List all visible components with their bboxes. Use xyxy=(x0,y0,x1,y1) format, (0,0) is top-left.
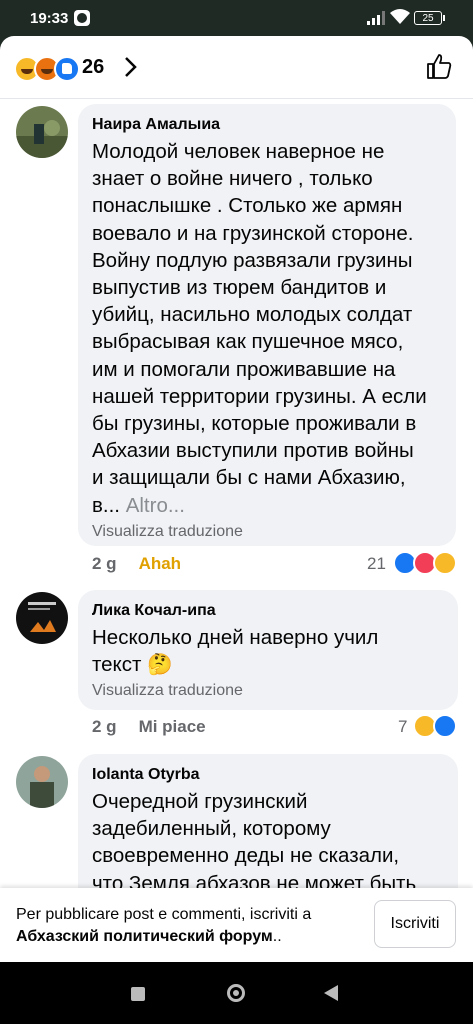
comments-sheet: 26 Наира Амалыиа Молодой человек наверно… xyxy=(0,36,473,962)
see-more-link[interactable]: Altro... xyxy=(126,494,185,517)
comment-timestamp[interactable]: 2 g xyxy=(92,717,117,736)
avatar[interactable] xyxy=(16,592,68,644)
comment-author[interactable]: Iolanta Otyrba xyxy=(92,766,444,784)
status-time: 19:33 xyxy=(30,10,69,27)
comment-text: Очередной грузинский задебиленный, котор… xyxy=(92,790,417,895)
comment-author[interactable]: Лика Кочал-ипа xyxy=(92,602,444,620)
like-reaction-icon xyxy=(54,56,80,82)
signal-icon xyxy=(367,11,385,25)
back-button-icon[interactable] xyxy=(324,985,338,1001)
like-button-icon[interactable] xyxy=(425,52,453,80)
like-reaction-icon xyxy=(433,714,457,738)
recents-button-icon[interactable] xyxy=(131,987,145,1001)
see-translation-link[interactable]: Visualizza traduzione xyxy=(92,682,444,700)
join-button[interactable]: Iscriviti xyxy=(374,900,456,948)
reaction-haha-button[interactable]: Ahah xyxy=(139,554,182,573)
whatsapp-notification-icon xyxy=(74,10,90,26)
like-action-button[interactable]: Mi piace xyxy=(139,717,206,736)
haha-reaction-icon xyxy=(433,551,457,575)
group-name[interactable]: Абхазский политический форум xyxy=(16,928,273,945)
comment-actions: 2 g Ahah xyxy=(92,554,181,574)
comment-text: Молодой человек наверное не знает о войн… xyxy=(92,140,427,517)
avatar[interactable] xyxy=(16,106,68,158)
comment-timestamp[interactable]: 2 g xyxy=(92,554,117,573)
join-prompt: Per pubblicare post e commenti, iscrivit… xyxy=(16,906,312,945)
comment-author[interactable]: Наира Амалыиа xyxy=(92,116,442,134)
comment-text: Несколько дней наверно учил текст 🤔 xyxy=(92,626,379,677)
comment-reaction-count[interactable]: 21 xyxy=(367,554,386,574)
battery-icon: 25 xyxy=(414,11,445,25)
chevron-right-icon[interactable] xyxy=(118,55,142,79)
comment-actions: 2 g Mi piace xyxy=(92,717,206,737)
comment-bubble[interactable]: Наира Амалыиа Молодой человек наверное н… xyxy=(78,104,456,546)
see-translation-link[interactable]: Visualizza traduzione xyxy=(92,523,442,541)
reaction-count[interactable]: 26 xyxy=(82,56,104,79)
comment-bubble[interactable]: Лика Кочал-ипа Несколько дней наверно уч… xyxy=(78,590,458,710)
status-bar: 19:33 25 xyxy=(0,0,473,36)
comment-reaction-count[interactable]: 7 xyxy=(398,717,407,737)
wifi-icon xyxy=(390,9,410,24)
system-nav-bar xyxy=(0,962,473,1024)
home-button-icon[interactable] xyxy=(227,984,245,1002)
reactions-header[interactable]: 26 xyxy=(0,36,473,99)
join-group-bar: Per pubblicare post e commenti, iscrivit… xyxy=(0,888,473,962)
avatar[interactable] xyxy=(16,756,68,808)
